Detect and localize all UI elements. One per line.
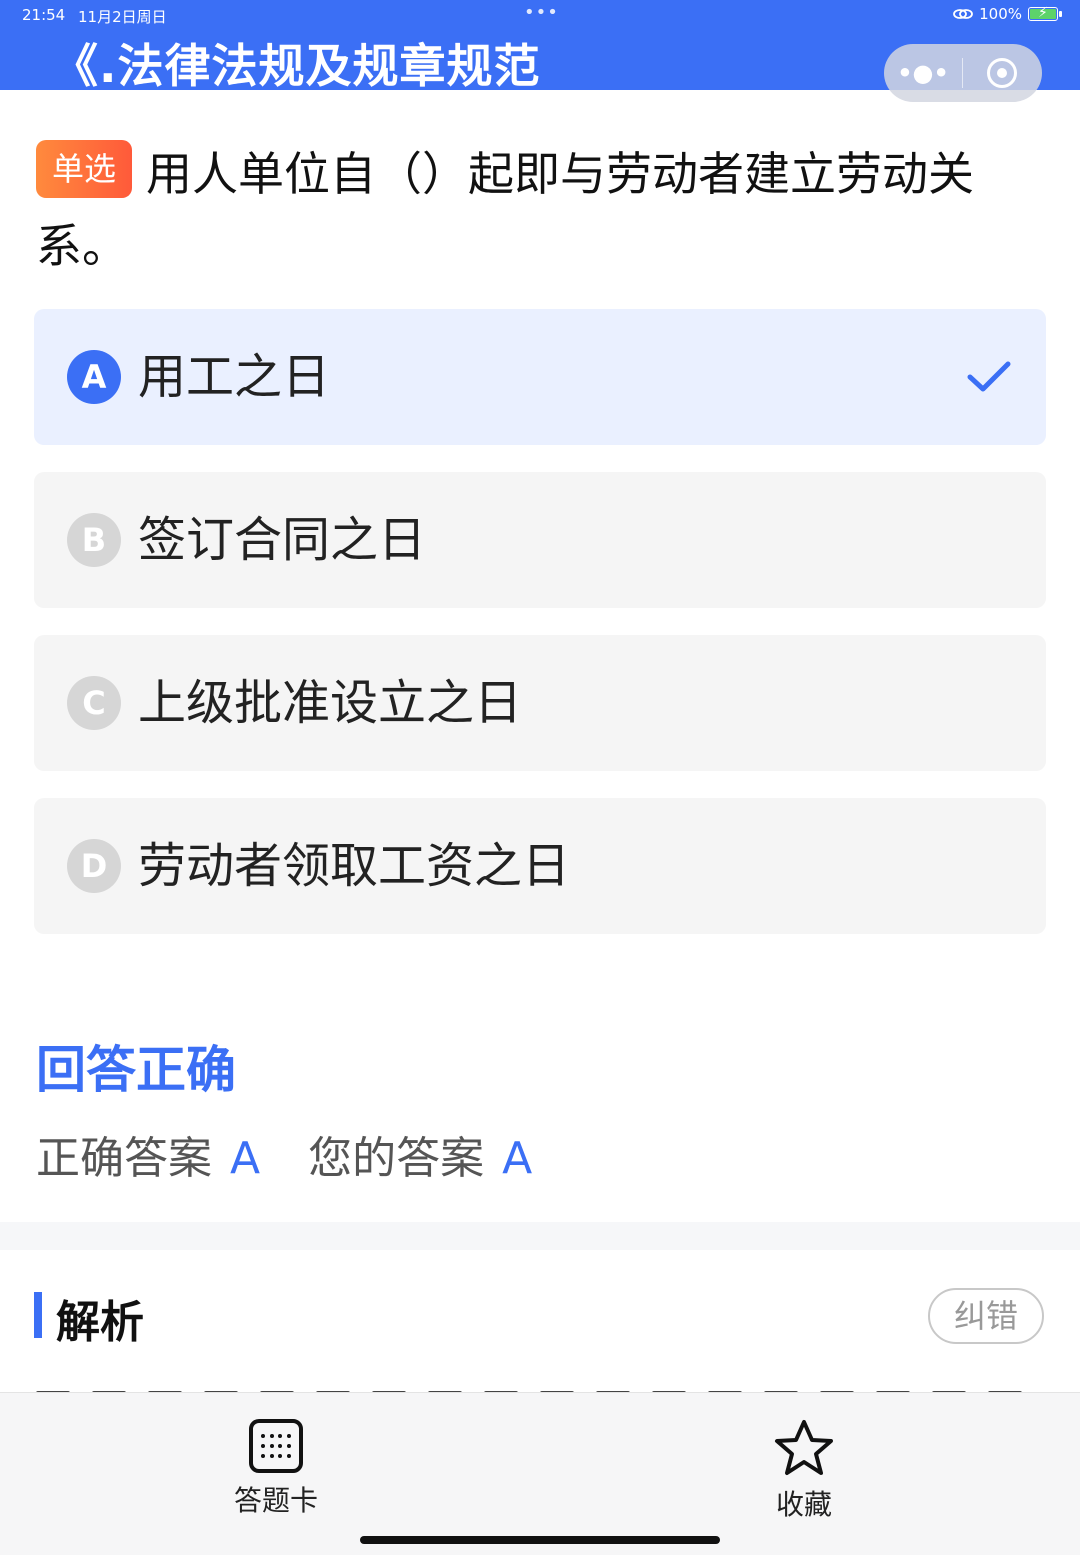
question-type-badge: 单选: [36, 140, 133, 198]
option-a[interactable]: A 用工之日: [34, 309, 1046, 445]
option-b[interactable]: B 签订合同之日: [34, 472, 1046, 608]
favorite-button[interactable]: 收藏: [724, 1419, 884, 1523]
option-letter: D: [67, 839, 121, 893]
option-text: 用工之日: [138, 349, 331, 405]
close-record-button[interactable]: [963, 58, 1041, 88]
battery-icon: ⚡: [1028, 5, 1062, 21]
analysis-heading: 解析: [56, 1297, 144, 1348]
star-icon: [775, 1420, 833, 1475]
analysis-accent-bar: [34, 1292, 42, 1338]
answer-summary: 正确答案 A 您的答案 A: [36, 1122, 532, 1186]
check-icon: [967, 361, 1011, 392]
option-text: 上级批准设立之日: [138, 675, 523, 731]
status-indicators: 100% ⚡: [953, 5, 1062, 23]
your-answer-value: A: [502, 1133, 533, 1184]
link-icon: [953, 9, 974, 19]
option-text: 劳动者领取工资之日: [138, 838, 571, 894]
grid-icon: [249, 1419, 303, 1473]
report-error-button[interactable]: 纠错: [928, 1288, 1044, 1344]
bottom-toolbar: 答题卡 收藏: [0, 1392, 1080, 1555]
your-answer-label: 您的答案: [308, 1133, 485, 1184]
question-text-block: 单选 用人单位自（）起即与劳动者建立劳动关系。: [36, 138, 1048, 282]
status-time: 21:54: [22, 6, 66, 24]
more-icon[interactable]: •●•: [884, 59, 962, 87]
mini-program-capsule: •●•: [884, 44, 1042, 102]
option-letter: A: [67, 350, 121, 404]
home-indicator[interactable]: [360, 1536, 720, 1544]
option-c[interactable]: C 上级批准设立之日: [34, 635, 1046, 771]
page-title: 《.法律法规及规章规范: [52, 39, 541, 93]
favorite-label: 收藏: [775, 1488, 832, 1521]
result-status: 回答正确: [36, 1041, 236, 1099]
option-letter: B: [67, 513, 121, 567]
correct-answer-value: A: [230, 1133, 261, 1184]
section-divider: [0, 1222, 1080, 1250]
answer-card-button[interactable]: 答题卡: [196, 1419, 356, 1519]
multitask-dots-icon[interactable]: •••: [524, 2, 559, 23]
correct-answer-label: 正确答案: [36, 1133, 212, 1184]
question-stem: 用人单位自（）起即与劳动者建立劳动关系。: [36, 147, 975, 273]
record-icon: [987, 58, 1017, 88]
option-text: 签订合同之日: [138, 512, 427, 568]
option-d[interactable]: D 劳动者领取工资之日: [34, 798, 1046, 934]
battery-percent: 100%: [979, 5, 1022, 23]
answer-card-label: 答题卡: [233, 1484, 318, 1517]
option-letter: C: [67, 676, 121, 730]
status-date: 11月2日周日: [78, 8, 167, 26]
